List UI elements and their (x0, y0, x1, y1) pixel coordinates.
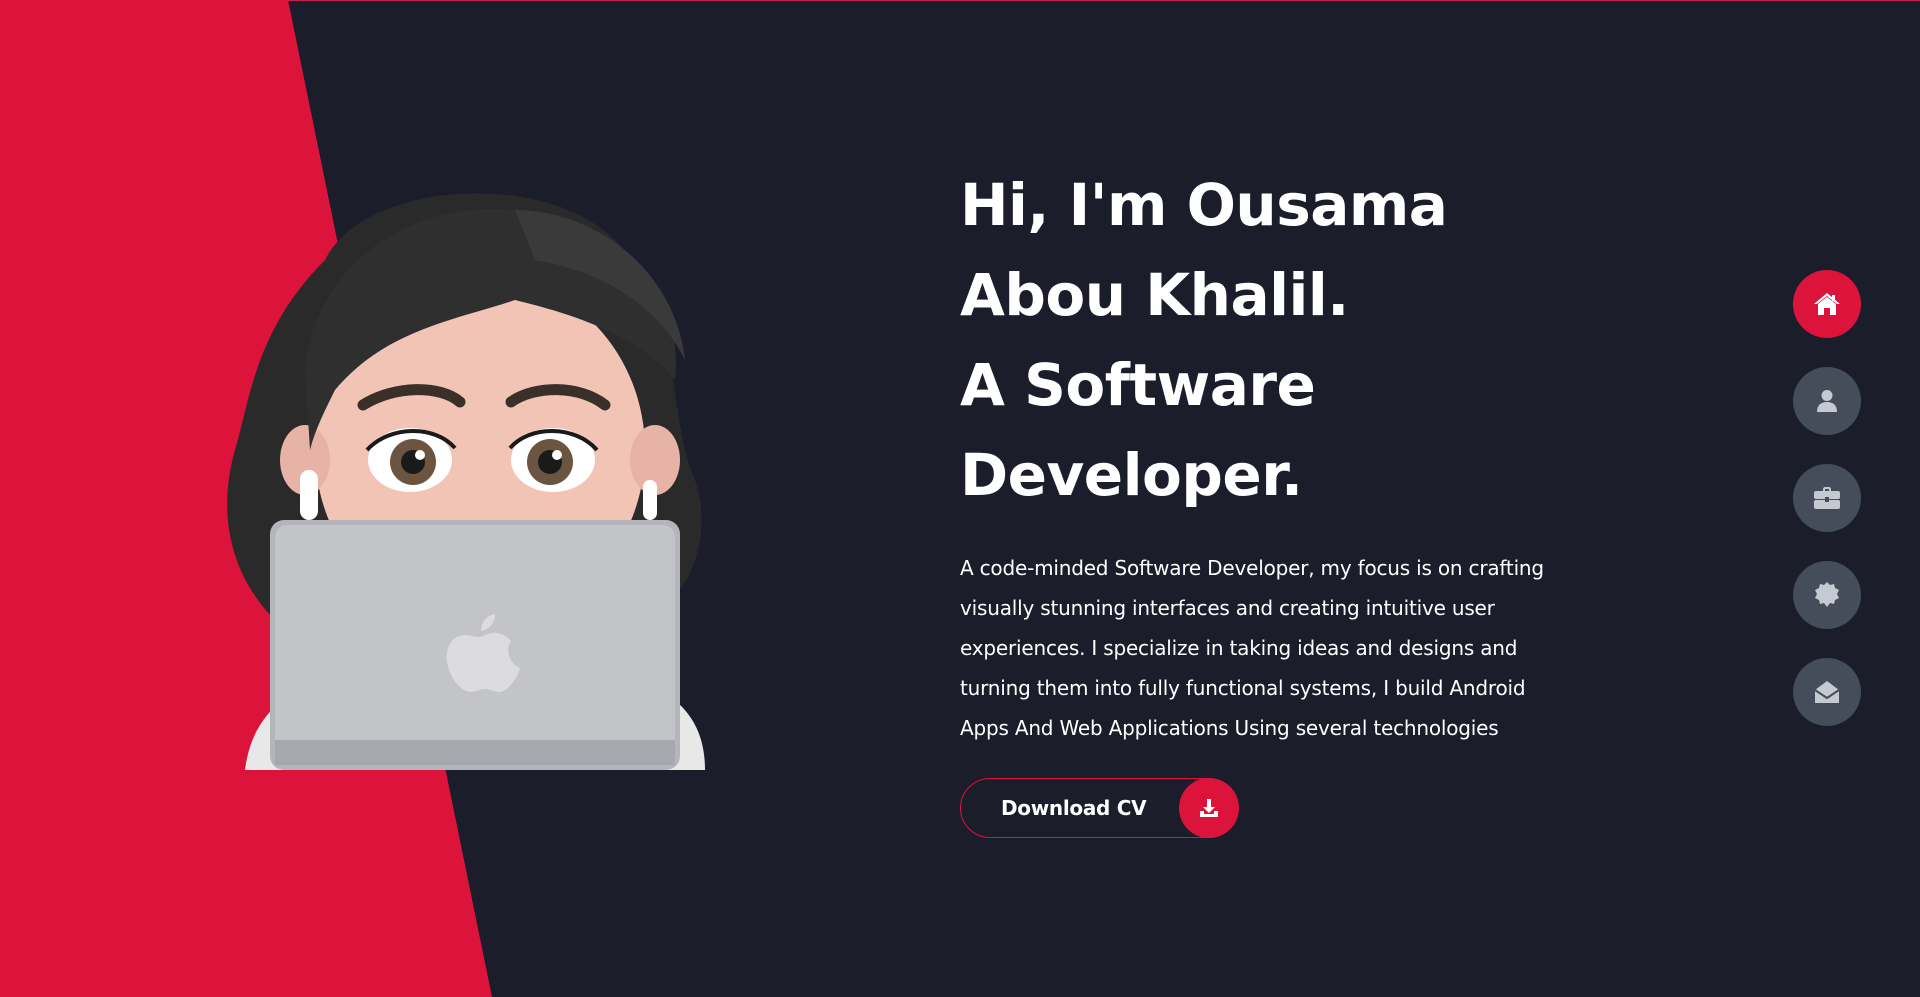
hero-title-line-2: Abou Khalil. (960, 261, 1349, 329)
memoji-avatar (227, 193, 705, 770)
badge-icon (1815, 582, 1839, 607)
download-icon[interactable] (1178, 777, 1239, 838)
briefcase-icon (1814, 487, 1840, 509)
download-cv-label: Download CV (1001, 796, 1147, 820)
user-icon (1817, 390, 1837, 412)
hero-title-line-4: Developer. (960, 441, 1303, 509)
nav-portfolio-button[interactable] (1793, 464, 1861, 532)
envelope-open-icon (1814, 681, 1840, 703)
download-cv-button[interactable]: Download CV (960, 777, 1239, 838)
nav-about-button[interactable] (1793, 367, 1861, 435)
hero-description: A code-minded Software Developer, my foc… (960, 556, 1544, 740)
home-icon (1814, 293, 1840, 315)
hero-title: Hi, I'm Ousama Abou Khalil. A Software D… (960, 160, 1660, 520)
side-nav (1793, 270, 1863, 755)
nav-home-button[interactable] (1793, 270, 1861, 338)
nav-contact-button[interactable] (1793, 658, 1861, 726)
hero-title-line-1: Hi, I'm Ousama (960, 171, 1448, 239)
nav-skills-button[interactable] (1793, 561, 1861, 629)
hero-page: Hi, I'm Ousama Abou Khalil. A Software D… (0, 0, 1920, 997)
hero-title-line-3: A Software (960, 351, 1316, 419)
